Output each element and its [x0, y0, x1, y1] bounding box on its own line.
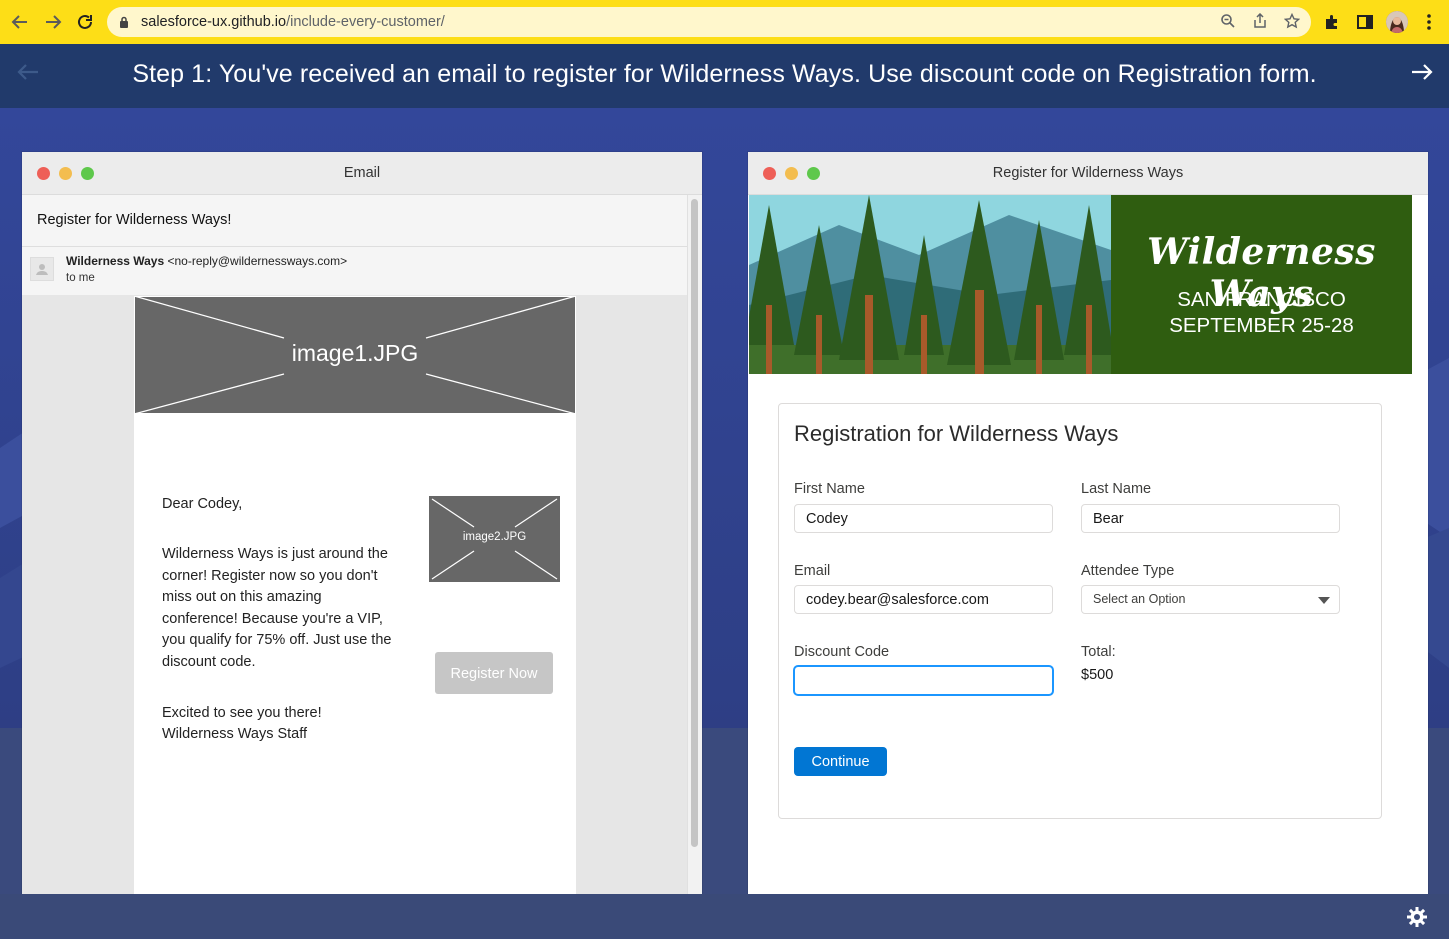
minimize-window-icon[interactable]	[59, 167, 72, 180]
more-menu-icon[interactable]	[1417, 10, 1441, 34]
bottom-strip	[0, 894, 1449, 939]
email-signoff-1: Excited to see you there!	[162, 705, 322, 721]
browser-toolbar: salesforce-ux.github.io/include-every-cu…	[0, 0, 1449, 44]
email-input[interactable]	[794, 585, 1053, 614]
recipient-line: to me	[66, 272, 95, 284]
discount-code-input[interactable]	[794, 666, 1053, 695]
extensions-icon[interactable]	[1320, 10, 1344, 34]
email-content: Register for Wilderness Ways! Wilderness…	[22, 195, 687, 894]
forward-arrow-icon[interactable]	[41, 10, 65, 34]
url-path: /include-every-customer/	[286, 14, 445, 30]
registration-form: Registration for Wilderness Ways First N…	[778, 403, 1382, 819]
email-body-text: Wilderness Ways is just around the corne…	[162, 546, 392, 670]
address-bar[interactable]: salesforce-ux.github.io/include-every-cu…	[107, 7, 1311, 37]
first-name-input[interactable]	[794, 504, 1053, 533]
event-info-panel: Wilderness Ways SAN FRANCISCO SEPTEMBER …	[1111, 195, 1412, 374]
image1-placeholder: image1.JPG	[134, 296, 576, 414]
email-label: Email	[794, 563, 831, 579]
sender-line: Wilderness Ways <no-reply@wildernessways…	[66, 254, 347, 268]
close-window-icon[interactable]	[763, 167, 776, 180]
last-name-input[interactable]	[1081, 504, 1340, 533]
url-host: salesforce-ux.github.io	[141, 14, 287, 30]
email-window-titlebar: Email	[22, 152, 702, 195]
step-banner: Step 1: You've received an email to regi…	[0, 44, 1449, 108]
image2-label: image2.JPG	[462, 531, 527, 543]
event-city: SAN FRANCISCO	[1177, 288, 1346, 311]
scrollbar-thumb[interactable]	[691, 199, 698, 847]
forest-illustration	[749, 195, 1114, 374]
registration-window: Register for Wilderness Ways Wilderness …	[748, 152, 1428, 894]
registration-window-title: Register for Wilderness Ways	[992, 165, 1184, 181]
step-instruction: Step 1: You've received an email to regi…	[132, 60, 1317, 88]
sender-name: Wilderness Ways	[66, 254, 165, 268]
close-window-icon[interactable]	[37, 167, 50, 180]
register-now-button[interactable]: Register Now	[435, 652, 553, 694]
share-icon[interactable]	[1252, 13, 1268, 29]
next-step-arrow-icon[interactable]	[1410, 62, 1434, 82]
zoom-icon[interactable]	[1220, 13, 1236, 29]
lock-icon	[120, 16, 128, 28]
discount-code-label: Discount Code	[794, 644, 890, 660]
bookmark-star-icon[interactable]	[1284, 13, 1300, 29]
attendee-type-value: Select an Option	[1093, 592, 1186, 606]
email-window: Email Register for Wilderness Ways! Wild…	[22, 152, 702, 894]
email-message-card: image1.JPG Dear Codey, Wilderness Ways i…	[134, 296, 576, 894]
first-name-label: First Name	[794, 481, 865, 497]
total-label: Total:	[1081, 644, 1116, 660]
image2-placeholder: image2.JPG	[428, 495, 561, 583]
event-banner: Wilderness Ways SAN FRANCISCO SEPTEMBER …	[749, 195, 1412, 374]
reload-icon[interactable]	[73, 10, 97, 34]
email-signoff-2: Wilderness Ways Staff	[162, 726, 308, 742]
chevron-down-icon	[1318, 597, 1330, 604]
attendee-type-label: Attendee Type	[1081, 563, 1175, 579]
registration-window-titlebar: Register for Wilderness Ways	[748, 152, 1428, 195]
sender-avatar	[30, 257, 54, 281]
side-panel-icon[interactable]	[1353, 10, 1377, 34]
form-title: Registration for Wilderness Ways	[794, 421, 1119, 446]
maximize-window-icon[interactable]	[807, 167, 820, 180]
event-dates: SEPTEMBER 25-28	[1169, 314, 1354, 337]
image1-label: image1.JPG	[291, 340, 419, 366]
maximize-window-icon[interactable]	[81, 167, 94, 180]
email-subject: Register for Wilderness Ways!	[37, 212, 232, 228]
email-scrollbar[interactable]	[687, 195, 702, 894]
settings-gear-icon[interactable]	[1406, 906, 1428, 928]
attendee-type-select[interactable]: Select an Option	[1081, 585, 1340, 614]
sender-email: <no-reply@wildernessways.com>	[167, 254, 348, 268]
last-name-label: Last Name	[1081, 481, 1152, 497]
continue-button[interactable]: Continue	[794, 747, 887, 776]
email-window-title: Email	[343, 165, 381, 181]
total-value: $500	[1081, 667, 1114, 683]
profile-avatar[interactable]	[1386, 11, 1408, 33]
minimize-window-icon[interactable]	[785, 167, 798, 180]
email-subject-row: Register for Wilderness Ways!	[22, 195, 687, 247]
email-greeting: Dear Codey,	[162, 496, 243, 512]
back-arrow-icon[interactable]	[8, 10, 32, 34]
